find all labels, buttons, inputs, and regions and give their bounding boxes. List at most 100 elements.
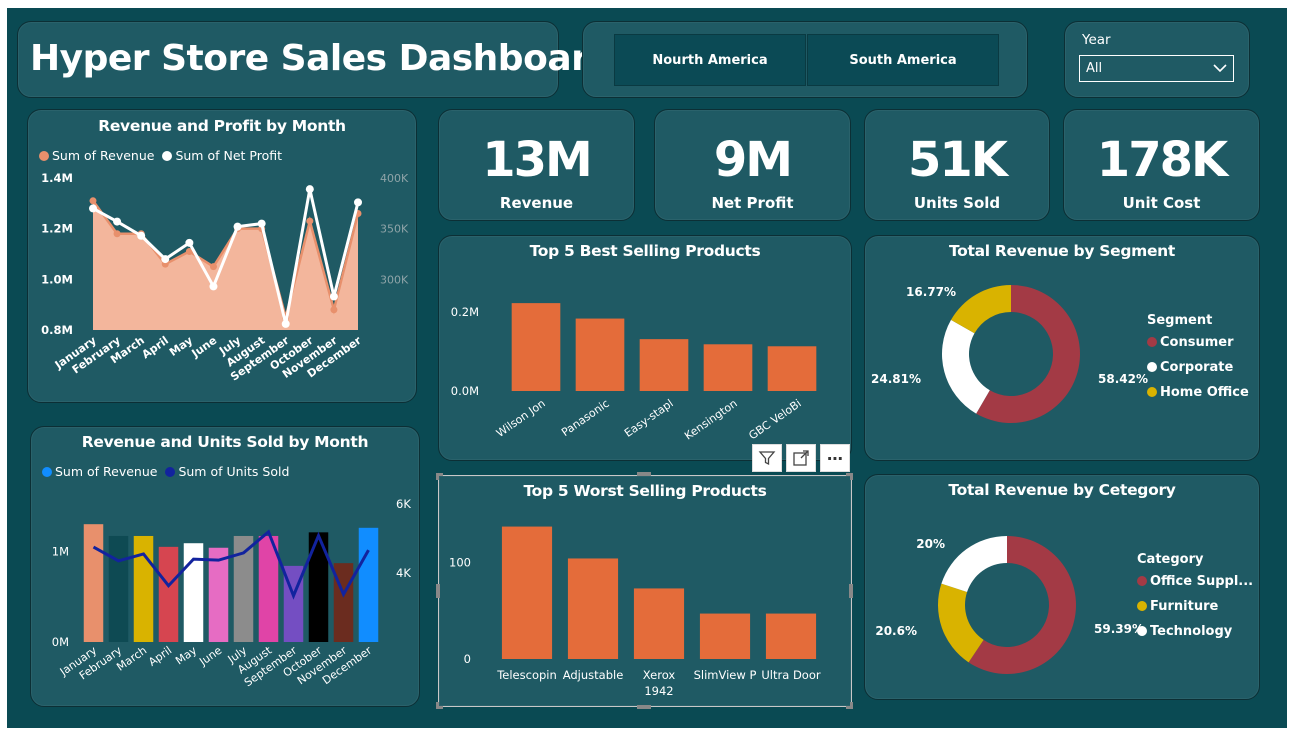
x-tick-label: June <box>189 334 220 361</box>
legend-dot <box>1137 626 1147 636</box>
resize-handle[interactable] <box>436 702 443 709</box>
revenue-profit-chart-card[interactable]: Revenue and Profit by Month Sum of Reven… <box>27 109 417 403</box>
legend-dot <box>1137 576 1147 586</box>
kpi-card-unit-cost: 178K Unit Cost <box>1063 109 1260 221</box>
kpi-value: 178K <box>1096 132 1228 188</box>
year-dropdown[interactable]: All <box>1079 55 1234 82</box>
product-bar <box>699 613 751 659</box>
revenue-bar <box>158 546 179 642</box>
y-tick-label: 0 <box>464 652 471 666</box>
category-donut-card[interactable]: Total Revenue by Cetegory 59.39% 20.6% 20%… <box>864 474 1260 700</box>
y2-tick-label: 4K <box>396 566 411 580</box>
revenue-units-chart-card[interactable]: Revenue and Units Sold by Month Sum of R… <box>30 426 420 707</box>
region-slicer-card: Nourth America South America <box>582 21 1028 98</box>
product-bar <box>639 339 689 391</box>
filter-icon[interactable] <box>752 444 782 472</box>
y-tick-label: 0.2M <box>451 305 479 319</box>
x-tick-label: Xerox <box>643 668 676 682</box>
category-legend: Category Office Suppl... Furniture Techn… <box>1137 552 1253 649</box>
year-label: Year <box>1082 32 1111 48</box>
legend-label: Home Office <box>1160 385 1249 400</box>
resize-handle[interactable] <box>637 705 651 709</box>
donut-slice <box>942 319 990 414</box>
more-options-icon[interactable]: ⋯ <box>820 444 850 472</box>
y-tick-label: 1.2M <box>41 222 73 236</box>
legend-item-furniture: Furniture <box>1137 599 1253 624</box>
kpi-value: 9M <box>713 132 793 188</box>
product-bar <box>511 303 561 391</box>
legend-label: Technology <box>1150 624 1233 639</box>
legend-item-home-office: Home Office <box>1147 385 1249 410</box>
x-tick-label: Easy-stapl <box>622 397 676 440</box>
y-tick-label: 1.0M <box>41 272 73 286</box>
net-profit-point <box>329 292 338 301</box>
net-profit-point <box>161 255 170 264</box>
net-profit-point <box>233 222 242 231</box>
y-tick-label: 0.0M <box>451 384 479 398</box>
legend-item-technology: Technology <box>1137 624 1253 649</box>
focus-mode-icon[interactable] <box>786 444 816 472</box>
region-button-south-america[interactable]: South America <box>807 34 999 86</box>
revenue-units-chart: 0M1M4K6KJanuaryFebruaryMarchAprilMayJune… <box>52 497 412 689</box>
best-products-chart-card[interactable]: Top 5 Best Selling Products 0.0M 0.2M Wils… <box>438 235 852 461</box>
x-tick-label: 1942 <box>644 684 673 698</box>
x-tick-label: June <box>196 644 224 669</box>
x-tick-label: Wilson Jon <box>494 397 548 440</box>
chevron-down-icon <box>1213 64 1227 73</box>
region-button-north-america[interactable]: Nourth America <box>614 34 806 86</box>
worst-products-chart-card[interactable]: Top 5 Worst Selling Products 0 100 Telesco… <box>438 475 852 707</box>
legend-dot <box>1147 362 1157 372</box>
data-label: 20% <box>916 537 945 551</box>
kpi-card-net-profit: 9M Net Profit <box>654 109 851 221</box>
net-profit-point <box>113 217 122 226</box>
revenue-bar <box>358 527 379 642</box>
y-tick-label: 1.4M <box>41 171 73 185</box>
revenue-point <box>330 306 338 314</box>
revenue-point <box>113 230 121 238</box>
legend-label: Consumer <box>1160 335 1234 350</box>
x-tick-label: Kensington <box>682 397 740 443</box>
segment-donut-card[interactable]: Total Revenue by Segment 58.42% 24.81% 16.… <box>864 235 1260 461</box>
x-tick-label: May <box>173 644 199 668</box>
net-profit-point <box>281 319 290 328</box>
data-label: 24.81% <box>871 372 921 386</box>
net-profit-point <box>89 204 97 213</box>
product-bar <box>767 346 817 391</box>
y2-tick-label: 400K <box>380 172 409 185</box>
legend-title: Category <box>1137 552 1204 567</box>
x-tick-label: Ultra Door <box>761 668 820 682</box>
legend-item-corporate: Corporate <box>1147 360 1249 385</box>
revenue-point <box>89 197 97 205</box>
resize-handle[interactable] <box>436 473 443 480</box>
legend-label: Corporate <box>1160 360 1234 375</box>
revenue-bar <box>83 524 104 642</box>
segment-legend: Segment Consumer Corporate Home Office <box>1147 313 1249 410</box>
net-profit-point <box>305 185 314 194</box>
x-tick-label: Adjustable <box>563 668 624 682</box>
resize-handle[interactable] <box>846 702 853 709</box>
kpi-label: Unit Cost <box>1122 194 1201 212</box>
dashboard-canvas: Hyper Store Sales Dashboard Nourth Ameri… <box>7 8 1287 728</box>
data-label: 58.42% <box>1098 372 1148 386</box>
kpi-card-units-sold: 51K Units Sold <box>864 109 1050 221</box>
x-tick-label: Panasonic <box>559 397 612 439</box>
resize-handle[interactable] <box>849 584 853 598</box>
y2-tick-label: 300K <box>380 273 409 286</box>
y-tick-label: 100 <box>449 555 471 569</box>
resize-handle[interactable] <box>846 473 853 480</box>
x-tick-label: GBC VeloBi <box>746 397 803 443</box>
revenue-profit-chart: 0.8M1.0M1.2M1.4M300K350K400KJanuaryFebru… <box>41 171 409 384</box>
legend-dot <box>1137 601 1147 611</box>
best-products-chart: 0.0M 0.2M Wilson Jon Panasonic Easy-stapl Ken… <box>451 303 817 443</box>
product-bar <box>575 318 625 391</box>
resize-handle[interactable] <box>637 472 651 476</box>
resize-handle[interactable] <box>436 584 440 598</box>
x-tick-label: Telescopin <box>496 668 557 682</box>
revenue-bar <box>208 547 229 642</box>
revenue-point <box>306 217 314 225</box>
product-bar <box>567 558 619 659</box>
kpi-label: Revenue <box>499 194 574 212</box>
kpi-card-revenue: 13M Revenue <box>438 109 635 221</box>
y2-tick-label: 6K <box>396 497 411 511</box>
legend-item-office-supplies: Office Suppl... <box>1137 574 1253 599</box>
